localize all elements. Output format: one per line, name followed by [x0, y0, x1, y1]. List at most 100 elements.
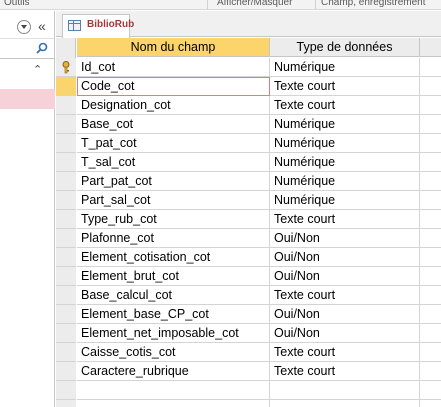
data-type-cell[interactable]: Numérique [270, 172, 420, 191]
data-type-cell[interactable]: Oui/Non [270, 305, 420, 324]
data-type-cell[interactable] [270, 400, 420, 407]
row-selector[interactable] [56, 210, 76, 229]
row-selector[interactable] [56, 400, 76, 407]
table-row[interactable]: Base_calcul_cot Texte court [56, 286, 441, 305]
table-row[interactable]: Caractere_rubrique Texte court [56, 362, 441, 381]
table-row[interactable]: Element_brut_cot Oui/Non [56, 267, 441, 286]
field-name-cell[interactable] [77, 381, 270, 400]
description-cell[interactable] [420, 286, 441, 305]
field-name-cell[interactable]: T_sal_cot [77, 153, 270, 172]
table-row[interactable]: Type_rub_cot Texte court [56, 210, 441, 229]
data-type-cell[interactable]: Oui/Non [270, 324, 420, 343]
table-row[interactable]: Id_cot Numérique [56, 58, 441, 77]
field-name-cell[interactable]: Designation_cot [77, 96, 270, 115]
data-type-cell[interactable]: Texte court [270, 362, 420, 381]
description-cell[interactable] [420, 153, 441, 172]
search-icon[interactable] [36, 42, 48, 54]
row-selector[interactable] [56, 153, 76, 172]
data-type-cell[interactable]: Oui/Non [270, 248, 420, 267]
field-name-cell[interactable]: T_pat_cot [77, 134, 270, 153]
description-cell[interactable] [420, 191, 441, 210]
nav-selected-item[interactable] [0, 89, 55, 109]
table-row[interactable]: Designation_cot Texte court [56, 96, 441, 115]
table-row[interactable] [56, 381, 441, 400]
data-type-cell[interactable] [270, 381, 420, 400]
collapse-pane-icon[interactable]: « [38, 18, 46, 34]
description-cell[interactable] [420, 362, 441, 381]
description-cell[interactable] [420, 343, 441, 362]
field-name-cell[interactable]: Base_calcul_cot [77, 286, 270, 305]
description-cell[interactable] [420, 324, 441, 343]
row-selector[interactable] [56, 115, 76, 134]
description-cell[interactable] [420, 115, 441, 134]
row-selector[interactable] [56, 381, 76, 400]
row-selector[interactable] [56, 286, 76, 305]
field-name-cell[interactable]: Caisse_cotis_cot [77, 343, 270, 362]
row-selector[interactable] [56, 134, 76, 153]
field-name-cell[interactable]: Type_rub_cot [77, 210, 270, 229]
row-selector[interactable] [56, 229, 76, 248]
table-row[interactable]: T_sal_cot Numérique [56, 153, 441, 172]
data-type-cell[interactable]: Numérique [270, 134, 420, 153]
data-type-cell[interactable]: Oui/Non [270, 267, 420, 286]
description-cell[interactable] [420, 172, 441, 191]
field-name-cell[interactable]: Part_pat_cot [77, 172, 270, 191]
column-header-data-type[interactable]: Type de données [270, 38, 420, 57]
row-selector[interactable] [56, 77, 76, 96]
field-name-cell[interactable]: Plafonne_cot [77, 229, 270, 248]
description-cell[interactable] [420, 210, 441, 229]
table-row[interactable]: Code_cot Texte court [56, 77, 441, 96]
row-selector[interactable] [56, 305, 76, 324]
row-selector[interactable] [56, 58, 76, 77]
data-type-cell[interactable]: Numérique [270, 191, 420, 210]
chevron-down-icon[interactable] [17, 20, 31, 34]
data-type-cell[interactable]: Texte court [270, 210, 420, 229]
description-cell[interactable] [420, 400, 441, 407]
description-cell[interactable] [420, 134, 441, 153]
description-cell[interactable] [420, 248, 441, 267]
data-type-cell[interactable]: Numérique [270, 115, 420, 134]
tab-bibliorub[interactable]: BiblioRub [62, 14, 134, 38]
column-header-field-name[interactable]: Nom du champ [77, 38, 270, 57]
description-cell[interactable] [420, 305, 441, 324]
table-row[interactable] [56, 400, 441, 407]
table-row[interactable]: Caisse_cotis_cot Texte court [56, 343, 441, 362]
table-row[interactable]: Base_cot Numérique [56, 115, 441, 134]
field-name-cell[interactable]: Element_base_CP_cot [77, 305, 270, 324]
field-name-cell[interactable]: Element_net_imposable_cot [77, 324, 270, 343]
row-selector[interactable] [56, 191, 76, 210]
description-cell[interactable] [420, 267, 441, 286]
data-type-cell[interactable]: Oui/Non [270, 229, 420, 248]
column-header-description[interactable] [420, 38, 441, 57]
field-name-cell[interactable]: Base_cot [77, 115, 270, 134]
data-type-cell[interactable]: Texte court [270, 77, 420, 96]
description-cell[interactable] [420, 229, 441, 248]
table-row[interactable]: Plafonne_cot Oui/Non [56, 229, 441, 248]
description-cell[interactable] [420, 77, 441, 96]
field-name-cell[interactable]: Code_cot [77, 77, 270, 96]
row-selector[interactable] [56, 362, 76, 381]
field-name-cell[interactable]: Part_sal_cot [77, 191, 270, 210]
table-row[interactable]: Part_sal_cot Numérique [56, 191, 441, 210]
row-selector[interactable] [56, 248, 76, 267]
description-cell[interactable] [420, 381, 441, 400]
chevron-up-icon[interactable]: ⌃ [33, 63, 42, 76]
field-name-cell[interactable] [77, 400, 270, 407]
table-row[interactable]: Element_net_imposable_cot Oui/Non [56, 324, 441, 343]
row-selector[interactable] [56, 343, 76, 362]
table-row[interactable]: Element_cotisation_cot Oui/Non [56, 248, 441, 267]
row-selector[interactable] [56, 324, 76, 343]
table-row[interactable]: Element_base_CP_cot Oui/Non [56, 305, 441, 324]
row-selector[interactable] [56, 96, 76, 115]
row-selector[interactable] [56, 267, 76, 286]
data-type-cell[interactable]: Numérique [270, 153, 420, 172]
data-type-cell[interactable]: Texte court [270, 286, 420, 305]
table-row[interactable]: Part_pat_cot Numérique [56, 172, 441, 191]
row-selector[interactable] [56, 172, 76, 191]
field-name-cell[interactable]: Element_brut_cot [77, 267, 270, 286]
data-type-cell[interactable]: Numérique [270, 58, 420, 77]
description-cell[interactable] [420, 96, 441, 115]
description-cell[interactable] [420, 58, 441, 77]
field-name-cell[interactable]: Element_cotisation_cot [77, 248, 270, 267]
table-row[interactable]: T_pat_cot Numérique [56, 134, 441, 153]
